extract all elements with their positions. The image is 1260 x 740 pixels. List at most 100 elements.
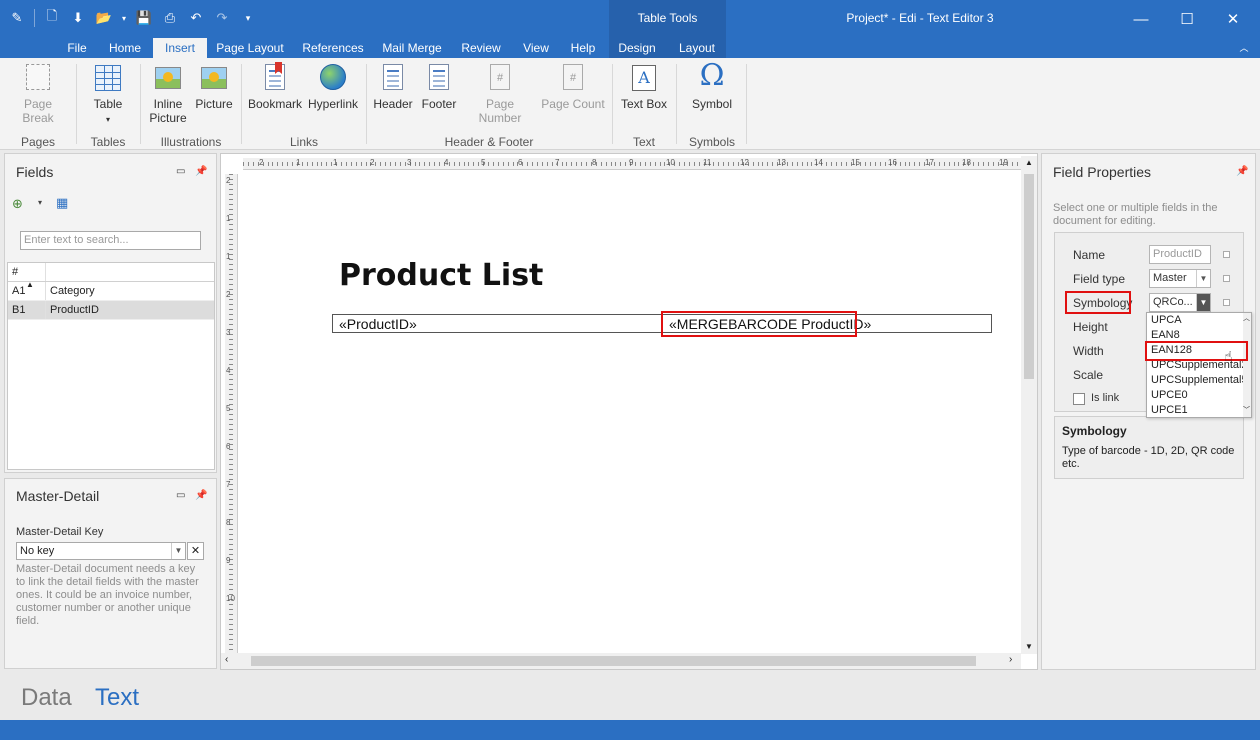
open-folder-icon[interactable]: 📂 bbox=[93, 8, 115, 28]
text-box-button[interactable]: A Text Box bbox=[618, 62, 670, 111]
list-item[interactable]: UPCE0 bbox=[1147, 388, 1251, 403]
tab-page-layout[interactable]: Page Layout bbox=[214, 38, 286, 58]
pin-icon[interactable]: 📌 bbox=[195, 490, 207, 501]
tab-references[interactable]: References bbox=[300, 38, 366, 58]
is-link-checkbox[interactable] bbox=[1073, 393, 1085, 405]
ruler-tick bbox=[875, 162, 877, 166]
text-box-icon: A bbox=[628, 62, 660, 94]
chevron-down-icon[interactable]: ▼ bbox=[1196, 294, 1210, 311]
scroll-up-icon[interactable]: ▲ bbox=[1025, 158, 1033, 167]
table-row[interactable]: B1 ProductID bbox=[8, 301, 214, 320]
add-field-icon[interactable]: ⊕ bbox=[12, 196, 23, 212]
name-field[interactable]: ProductID bbox=[1149, 245, 1211, 264]
calendar-icon[interactable]: ▦ bbox=[56, 195, 68, 211]
bookmark-icon bbox=[259, 62, 291, 94]
search-input[interactable]: Enter text to search... bbox=[20, 231, 201, 250]
ruler-number: 4 bbox=[444, 158, 449, 167]
bookmark-button[interactable]: Bookmark bbox=[248, 62, 302, 111]
clear-key-icon[interactable]: ✕ bbox=[187, 542, 204, 560]
list-item[interactable]: UPCA bbox=[1147, 313, 1251, 328]
maximize-icon[interactable]: ☐ bbox=[1164, 0, 1210, 38]
ruler-tick bbox=[399, 162, 401, 166]
scroll-right-icon[interactable]: › bbox=[1009, 654, 1012, 665]
productid-merge-field[interactable]: «ProductID» bbox=[339, 316, 417, 332]
ruler-tick bbox=[497, 162, 499, 166]
page-number-button[interactable]: # Page Number bbox=[464, 62, 536, 125]
dropdown-scrollbar[interactable]: ︿ ﹀ bbox=[1243, 313, 1251, 417]
symbology-combo[interactable]: QRCo... ▼ bbox=[1149, 293, 1211, 312]
ruler-tick bbox=[229, 434, 233, 435]
tab-help[interactable]: Help bbox=[566, 38, 600, 58]
chevron-down-icon[interactable]: ▼ bbox=[171, 543, 185, 559]
vertical-ruler[interactable]: 2 1 1 2 3 4 5 6 7 8 9 10 bbox=[225, 174, 238, 654]
chevron-down-icon[interactable]: ▾ bbox=[38, 198, 42, 207]
redo-icon[interactable]: ↷ bbox=[211, 8, 233, 28]
ruler-tick bbox=[229, 229, 233, 230]
horizontal-scrollbar[interactable]: ‹ › bbox=[221, 653, 1021, 669]
new-icon[interactable]: 🗋 bbox=[41, 8, 63, 28]
page-count-icon: # bbox=[557, 62, 589, 94]
nav-data[interactable]: Data bbox=[21, 684, 72, 712]
tab-file[interactable]: File bbox=[60, 38, 94, 58]
tab-mail-merge[interactable]: Mail Merge bbox=[380, 38, 444, 58]
chevron-down-icon[interactable]: ▼ bbox=[1196, 270, 1210, 287]
app-icon[interactable]: ✎ bbox=[6, 8, 28, 28]
symbology-reset-icon[interactable] bbox=[1223, 299, 1230, 306]
list-item[interactable]: UPCSupplemental5 bbox=[1147, 373, 1251, 388]
hyperlink-button[interactable]: Hyperlink bbox=[306, 62, 360, 111]
tab-view[interactable]: View bbox=[518, 38, 554, 58]
tab-layout[interactable]: Layout bbox=[674, 38, 720, 58]
customize-qat-icon[interactable]: ▾ bbox=[237, 8, 259, 28]
list-item[interactable]: UPCE1 bbox=[1147, 403, 1251, 418]
horizontal-ruler[interactable]: 2 1 1 2 3 4 5 6 7 8 9 10 11 12 13 14 15 16 17 18 19 bbox=[243, 158, 1024, 170]
minimize-panel-icon[interactable]: ▭ bbox=[176, 490, 185, 501]
ruler-number: 3 bbox=[407, 158, 412, 167]
pin-icon[interactable]: 📌 bbox=[1236, 166, 1248, 177]
table-button[interactable]: Table ▾ bbox=[84, 62, 132, 125]
document-page[interactable]: Product List «ProductID» «MERGEBARCODE P… bbox=[243, 176, 1020, 656]
minimize-icon[interactable]: — bbox=[1118, 0, 1164, 38]
inline-picture-button[interactable]: Inline Picture bbox=[146, 62, 190, 125]
save-icon[interactable]: 💾 bbox=[133, 8, 155, 28]
vertical-scroll-thumb[interactable] bbox=[1024, 174, 1034, 379]
vertical-scrollbar[interactable]: ▲ ▼ bbox=[1021, 156, 1037, 654]
symbol-button[interactable]: Ω Symbol bbox=[684, 58, 740, 111]
undo-icon[interactable]: ↶ bbox=[185, 8, 207, 28]
ruler-tick bbox=[414, 162, 416, 166]
column-header-hash[interactable]: # ▲ bbox=[8, 263, 46, 289]
ruler-tick bbox=[610, 162, 612, 166]
header-button[interactable]: Header bbox=[372, 62, 414, 111]
master-detail-key-combo[interactable]: No key ▼ bbox=[16, 542, 186, 560]
tab-review[interactable]: Review bbox=[458, 38, 504, 58]
horizontal-scroll-thumb[interactable] bbox=[251, 656, 976, 666]
tab-insert[interactable]: Insert bbox=[153, 38, 207, 58]
page-break-button[interactable]: Page Break bbox=[8, 62, 68, 125]
minimize-panel-icon[interactable]: ▭ bbox=[176, 166, 185, 177]
collapse-ribbon-icon[interactable]: ︿ bbox=[1234, 38, 1254, 58]
page-count-button[interactable]: # Page Count bbox=[540, 62, 606, 111]
tab-design[interactable]: Design bbox=[614, 38, 660, 58]
download-icon[interactable]: ⬇ bbox=[67, 8, 89, 28]
ruler-tick bbox=[488, 162, 489, 166]
field-type-combo[interactable]: Master ▼ bbox=[1149, 269, 1211, 288]
ruler-tick bbox=[831, 162, 832, 166]
tab-home[interactable]: Home bbox=[106, 38, 144, 58]
name-reset-icon[interactable] bbox=[1223, 251, 1230, 258]
nav-text[interactable]: Text bbox=[95, 684, 139, 712]
footer-button[interactable]: Footer bbox=[418, 62, 460, 111]
close-icon[interactable]: ✕ bbox=[1210, 0, 1256, 38]
name-label: Name bbox=[1073, 248, 1106, 262]
ruler-tick bbox=[229, 274, 233, 275]
pin-icon[interactable]: 📌 bbox=[195, 166, 207, 177]
ruler-tick bbox=[679, 162, 681, 166]
print-preview-icon[interactable]: ⎙ bbox=[159, 8, 181, 28]
document-heading[interactable]: Product List bbox=[339, 258, 543, 293]
picture-button[interactable]: Picture bbox=[193, 62, 235, 111]
dropdown-arrow-icon[interactable]: ▾ bbox=[119, 8, 129, 28]
table-row[interactable]: A1 Category bbox=[8, 282, 214, 301]
scroll-left-icon[interactable]: ‹ bbox=[225, 654, 228, 665]
scroll-up-icon[interactable]: ︿ bbox=[1243, 313, 1250, 323]
field-type-reset-icon[interactable] bbox=[1223, 275, 1230, 282]
scroll-down-icon[interactable]: ▼ bbox=[1025, 642, 1033, 651]
scroll-down-icon[interactable]: ﹀ bbox=[1243, 405, 1250, 415]
